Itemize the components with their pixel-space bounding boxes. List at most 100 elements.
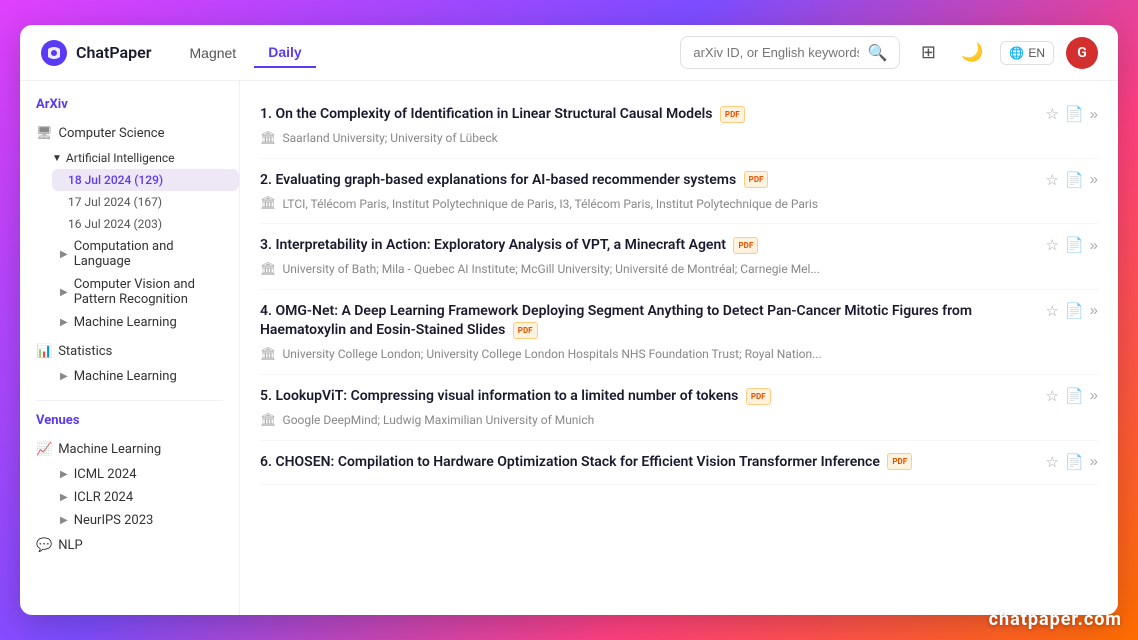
sidebar-item-nlp[interactable]: 💬 NLP — [20, 532, 239, 559]
expand-button-3[interactable]: » — [1090, 302, 1098, 319]
ai-sub-items: ▼ Artificial Intelligence 18 Jul 2024 (1… — [20, 147, 239, 334]
header: ChatPaper Magnet Daily 🔍 ⊞ 🌙 🌐 EN G — [20, 25, 1118, 81]
lang-label: EN — [1028, 46, 1045, 60]
arrow-icon: ▶ — [60, 249, 68, 260]
ai-expand-arrow: ▼ — [52, 153, 62, 164]
sidebar-item-ml[interactable]: 📈 Machine Learning — [20, 436, 239, 463]
paper-number: 1. — [260, 106, 275, 122]
sidebar-item-icml[interactable]: ▶ ICML 2024 — [36, 463, 239, 486]
search-input[interactable] — [693, 45, 859, 60]
icml-label: ICML 2024 — [74, 467, 137, 482]
affil-text: Google DeepMind; Ludwig Maximilian Unive… — [283, 413, 595, 427]
date-item-2[interactable]: 16 Jul 2024 (203) — [52, 213, 239, 235]
statistics-sub-items: ▶ Machine Learning — [20, 365, 239, 388]
paper-actions: ☆ 📄 » — [1046, 387, 1098, 405]
paper-header: 1. On the Complexity of Identification i… — [260, 105, 1098, 125]
sidebar-item-computation-language[interactable]: ▶ Computation and Language — [36, 235, 239, 273]
arrow-icon-neurips: ▶ — [60, 515, 68, 526]
paper-affiliation: 🏛 Google DeepMind; Ludwig Maximilian Uni… — [260, 413, 1098, 428]
expand-button-4[interactable]: » — [1090, 387, 1098, 404]
paper-number: 2. — [260, 172, 275, 188]
sidebar-item-statistics[interactable]: 📊 Statistics — [20, 338, 239, 365]
search-bar[interactable]: 🔍 — [680, 36, 900, 69]
expand-button-0[interactable]: » — [1090, 106, 1098, 123]
dark-mode-button[interactable]: 🌙 — [956, 37, 988, 69]
arrow-icon-3: ▶ — [60, 317, 68, 328]
tab-daily[interactable]: Daily — [254, 38, 315, 68]
watermark: chatpaper.com — [989, 609, 1122, 630]
star-button-5[interactable]: ☆ — [1046, 453, 1059, 471]
sidebar-divider — [36, 400, 223, 401]
expand-button-2[interactable]: » — [1090, 237, 1098, 254]
affil-icon: 🏛 — [260, 196, 277, 211]
paper-title: 3. Interpretability in Action: Explorato… — [260, 236, 1038, 256]
iclr-label: ICLR 2024 — [74, 490, 133, 505]
pdf-badge: PDF — [513, 322, 538, 339]
sidebar-item-iclr[interactable]: ▶ ICLR 2024 — [36, 486, 239, 509]
search-icon: 🔍 — [867, 43, 887, 62]
expand-button-5[interactable]: » — [1090, 453, 1098, 470]
summary-button-5[interactable]: 📄 — [1065, 453, 1084, 471]
arrow-icon-icml: ▶ — [60, 469, 68, 480]
arrow-icon-2: ▶ — [60, 287, 68, 298]
language-button[interactable]: 🌐 EN — [1000, 41, 1054, 65]
affil-icon: 🏛 — [260, 131, 277, 146]
neurips-label: NeurIPS 2023 — [74, 513, 154, 528]
pdf-badge: PDF — [887, 453, 912, 470]
paper-number: 4. — [260, 303, 275, 319]
pdf-badge: PDF — [744, 171, 769, 188]
affil-text: University of Bath; Mila - Quebec AI Ins… — [283, 262, 820, 276]
sidebar-item-machine-learning-cs[interactable]: ▶ Machine Learning — [36, 311, 239, 334]
sidebar-item-machine-learning-stat[interactable]: ▶ Machine Learning — [36, 365, 239, 388]
summary-button-3[interactable]: 📄 — [1065, 302, 1084, 320]
paper-item: 2. Evaluating graph-based explanations f… — [260, 159, 1098, 225]
paper-title: 5. LookupViT: Compressing visual informa… — [260, 387, 1038, 407]
paper-number: 5. — [260, 388, 275, 404]
pdf-badge: PDF — [733, 237, 758, 254]
date-item-0[interactable]: 18 Jul 2024 (129) — [52, 169, 239, 191]
date-label-2: 16 Jul 2024 (203) — [68, 217, 162, 231]
content-area: 1. On the Complexity of Identification i… — [240, 81, 1118, 615]
summary-button-1[interactable]: 📄 — [1065, 171, 1084, 189]
date-item-1[interactable]: 17 Jul 2024 (167) — [52, 191, 239, 213]
arrow-icon-iclr: ▶ — [60, 492, 68, 503]
nav-tabs: Magnet Daily — [176, 38, 316, 68]
avatar[interactable]: G — [1066, 37, 1098, 69]
sidebar-item-computer-vision[interactable]: ▶ Computer Vision and Pattern Recognitio… — [36, 273, 239, 311]
ml-icon: 📈 — [36, 442, 52, 457]
star-button-0[interactable]: ☆ — [1046, 105, 1059, 123]
sidebar: ArXiv 🖥 Computer Science ▼ Artificial In… — [20, 81, 240, 615]
star-button-4[interactable]: ☆ — [1046, 387, 1059, 405]
paper-actions: ☆ 📄 » — [1046, 302, 1098, 320]
paper-affiliation: 🏛 University College London; University … — [260, 347, 1098, 362]
ml-label: Machine Learning — [58, 442, 161, 457]
paper-number: 3. — [260, 237, 275, 253]
body-area: ArXiv 🖥 Computer Science ▼ Artificial In… — [20, 81, 1118, 615]
sidebar-item-ai[interactable]: ▼ Artificial Intelligence — [36, 147, 239, 169]
summary-button-4[interactable]: 📄 — [1065, 387, 1084, 405]
star-button-1[interactable]: ☆ — [1046, 171, 1059, 189]
arxiv-section-title: ArXiv — [20, 97, 239, 120]
sidebar-item-neurips[interactable]: ▶ NeurIPS 2023 — [36, 509, 239, 532]
paper-item: 3. Interpretability in Action: Explorato… — [260, 224, 1098, 290]
ai-label: Artificial Intelligence — [66, 151, 175, 165]
summary-button-2[interactable]: 📄 — [1065, 236, 1084, 254]
star-button-3[interactable]: ☆ — [1046, 302, 1059, 320]
affil-icon: 🏛 — [260, 413, 277, 428]
date-label-0: 18 Jul 2024 (129) — [68, 173, 163, 187]
expand-button-1[interactable]: » — [1090, 171, 1098, 188]
paper-affiliation: 🏛 University of Bath; Mila - Quebec AI I… — [260, 262, 1098, 277]
grid-icon-button[interactable]: ⊞ — [912, 37, 944, 69]
paper-actions: ☆ 📄 » — [1046, 171, 1098, 189]
tab-magnet[interactable]: Magnet — [176, 38, 251, 68]
affil-icon: 🏛 — [260, 347, 277, 362]
pdf-badge: PDF — [746, 388, 771, 405]
star-button-2[interactable]: ☆ — [1046, 236, 1059, 254]
paper-title: 1. On the Complexity of Identification i… — [260, 105, 1038, 125]
paper-affiliation: 🏛 LTCI, Télécom Paris, Institut Polytech… — [260, 196, 1098, 211]
paper-header: 2. Evaluating graph-based explanations f… — [260, 171, 1098, 191]
sidebar-item-computer-science[interactable]: 🖥 Computer Science — [20, 120, 239, 147]
paper-header: 4. OMG-Net: A Deep Learning Framework De… — [260, 302, 1098, 341]
nlp-icon: 💬 — [36, 538, 52, 553]
summary-button-0[interactable]: 📄 — [1065, 105, 1084, 123]
